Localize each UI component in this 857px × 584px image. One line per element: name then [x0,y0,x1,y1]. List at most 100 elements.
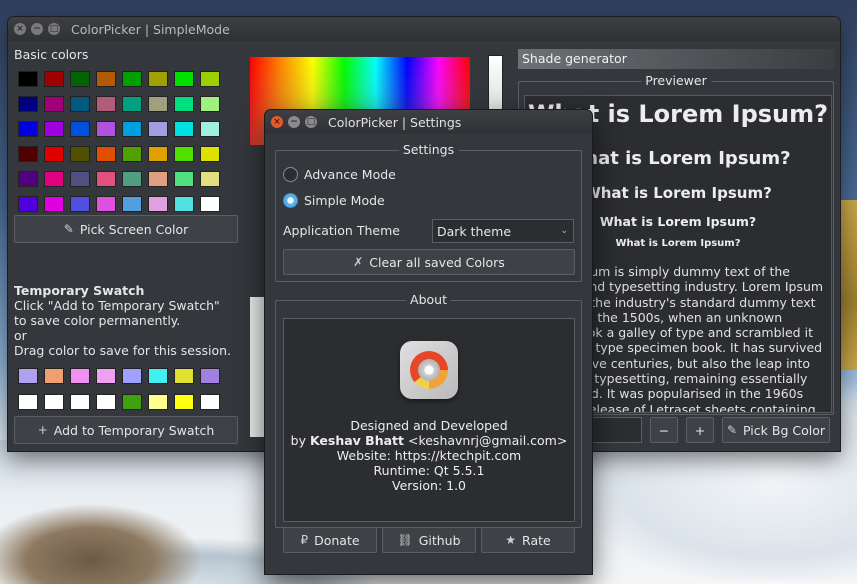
color-swatch[interactable] [200,146,220,162]
color-swatch[interactable] [70,171,90,187]
color-swatch[interactable] [44,368,64,384]
color-swatch[interactable] [148,96,168,112]
color-swatch[interactable] [18,96,38,112]
increase-button[interactable]: + [686,417,714,443]
color-swatch[interactable] [44,171,64,187]
color-swatch[interactable] [122,121,142,137]
color-swatch[interactable] [174,171,194,187]
color-swatch[interactable] [44,71,64,87]
color-swatch[interactable] [148,196,168,212]
color-swatch[interactable] [18,368,38,384]
add-to-temp-swatch-label: Add to Temporary Swatch [53,422,215,438]
settings-dialog: × − □ ColorPicker | Settings Settings Ad… [265,110,592,574]
advance-mode-radio[interactable]: Advance Mode [283,167,396,182]
color-swatch[interactable] [200,171,220,187]
color-swatch[interactable] [122,394,142,410]
color-swatch[interactable] [174,394,194,410]
color-swatch[interactable] [70,394,90,410]
simple-mode-radio[interactable]: Simple Mode [283,193,385,208]
color-swatch[interactable] [70,196,90,212]
color-swatch[interactable] [70,121,90,137]
color-swatch[interactable] [96,121,116,137]
color-swatch[interactable] [96,394,116,410]
window-title: ColorPicker | SimpleMode [71,21,230,37]
color-swatch[interactable] [18,171,38,187]
color-swatch[interactable] [174,96,194,112]
color-swatch[interactable] [122,368,142,384]
chevron-updown-icon: ⌄ [560,226,568,236]
color-swatch[interactable] [18,71,38,87]
color-swatch[interactable] [148,394,168,410]
color-swatch[interactable] [122,96,142,112]
donate-button[interactable]: ₽ Donate [283,527,377,553]
rate-button[interactable]: ★ Rate [481,527,575,553]
minimize-icon[interactable]: − [288,116,300,128]
maximize-icon[interactable]: □ [48,23,60,35]
color-swatch[interactable] [122,171,142,187]
color-swatch[interactable] [70,71,90,87]
color-swatch[interactable] [148,146,168,162]
close-icon[interactable]: × [14,23,26,35]
pick-screen-color-label: Pick Screen Color [79,221,189,237]
main-titlebar[interactable]: × − □ ColorPicker | SimpleMode [8,17,840,41]
color-swatch[interactable] [174,121,194,137]
color-swatch[interactable] [200,368,220,384]
pick-screen-color-button[interactable]: ✎ Pick Screen Color [14,215,238,243]
color-swatch[interactable] [200,71,220,87]
color-swatch[interactable] [18,394,38,410]
color-swatch[interactable] [18,121,38,137]
color-swatch[interactable] [96,196,116,212]
color-swatch[interactable] [148,368,168,384]
clear-saved-colors-button[interactable]: ✗ Clear all saved Colors [283,249,575,275]
color-swatch[interactable] [70,146,90,162]
previewer-legend: Previewer [641,73,711,88]
color-swatch[interactable] [96,71,116,87]
value-slider[interactable] [488,55,503,115]
decrease-button[interactable]: − [650,417,678,443]
pick-bg-color-label: Pick Bg Color [743,422,825,438]
theme-select[interactable]: Dark theme ⌄ [432,219,574,243]
settings-titlebar[interactable]: × − □ ColorPicker | Settings [265,110,592,134]
color-swatch[interactable] [18,146,38,162]
settings-legend: Settings [398,142,459,157]
color-swatch[interactable] [174,146,194,162]
color-swatch[interactable] [200,196,220,212]
add-to-temp-swatch-button[interactable]: + Add to Temporary Swatch [14,416,238,444]
minus-icon: − [658,422,670,438]
close-icon[interactable]: × [271,116,283,128]
link-icon: ⛓ [397,533,413,547]
color-value-input[interactable] [586,417,642,443]
color-swatch[interactable] [44,146,64,162]
github-button[interactable]: ⛓ Github [382,527,476,553]
color-swatch[interactable] [96,171,116,187]
maximize-icon[interactable]: □ [305,116,317,128]
color-swatch[interactable] [44,96,64,112]
color-swatch[interactable] [96,96,116,112]
color-swatch[interactable] [70,96,90,112]
color-swatch[interactable] [122,196,142,212]
color-swatch[interactable] [122,146,142,162]
color-swatch[interactable] [148,71,168,87]
color-swatch[interactable] [200,121,220,137]
color-swatch[interactable] [200,394,220,410]
color-swatch[interactable] [70,368,90,384]
color-swatch[interactable] [18,196,38,212]
color-swatch[interactable] [122,71,142,87]
color-swatch[interactable] [44,196,64,212]
about-content: Designed and Developed by Keshav Bhatt <… [283,318,575,522]
minimize-icon[interactable]: − [31,23,43,35]
color-swatch[interactable] [200,96,220,112]
color-swatch[interactable] [96,146,116,162]
pick-bg-color-button[interactable]: ✎ Pick Bg Color [722,417,830,443]
color-swatch[interactable] [174,368,194,384]
about-runtime: Runtime: Qt 5.5.1 [373,463,485,478]
color-swatch[interactable] [148,121,168,137]
color-swatch[interactable] [44,121,64,137]
color-swatch[interactable] [44,394,64,410]
rate-label: Rate [522,532,551,548]
color-swatch[interactable] [96,368,116,384]
color-swatch[interactable] [148,171,168,187]
shade-generator-bar[interactable]: Shade generator [518,49,834,69]
color-swatch[interactable] [174,196,194,212]
color-swatch[interactable] [174,71,194,87]
